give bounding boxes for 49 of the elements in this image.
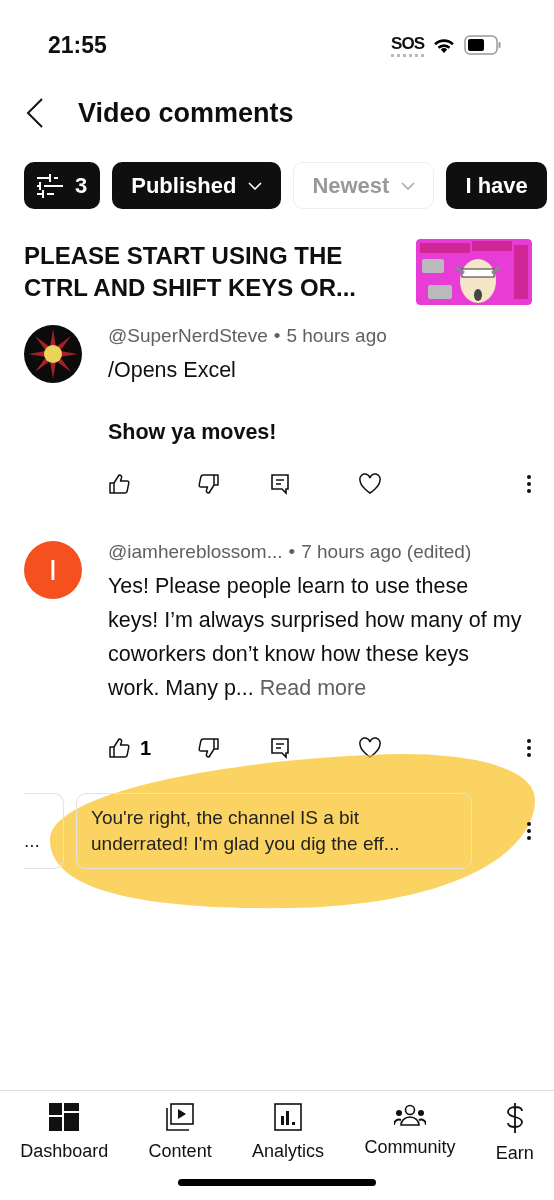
chip[interactable]: Published	[112, 162, 282, 209]
comment-author[interactable]: @SuperNerdSteve	[108, 325, 268, 347]
status-time: 21:55	[48, 31, 107, 59]
like-count: 1	[140, 736, 152, 760]
comment-text: /Opens Excel	[108, 357, 237, 384]
chevron-down-icon	[401, 181, 416, 190]
separator-dot: •	[273, 325, 281, 347]
read-more-link[interactable]: Read more	[259, 676, 367, 700]
dislike-button[interactable]	[198, 473, 220, 495]
dislike-button[interactable]	[198, 737, 220, 759]
comment-time: 5 hours ago	[286, 325, 387, 347]
comment-time: 7 hours ago (edited)	[301, 541, 472, 563]
nav-tab[interactable]: Earn	[495, 1103, 534, 1179]
sun-avatar-icon[interactable]	[24, 325, 82, 383]
wifi-icon	[432, 36, 456, 54]
dashboard-icon	[49, 1103, 80, 1131]
nav-tab[interactable]: Community	[364, 1103, 456, 1179]
back-icon[interactable]	[26, 98, 44, 128]
reply-card[interactable]: You're right, the channel IS a bit underrated! I'm glad you dig the eff...	[76, 793, 472, 869]
nav-tab[interactable]: Analytics	[252, 1103, 325, 1179]
filter-chip[interactable]: 3	[24, 162, 101, 209]
play-stack-icon	[165, 1103, 196, 1131]
chevron-down-icon	[248, 181, 263, 190]
reply-card[interactable]: ...	[24, 793, 64, 869]
comment-text: Show ya moves!	[108, 419, 278, 446]
bar-chart-icon	[273, 1103, 303, 1131]
reply-button[interactable]	[270, 737, 290, 759]
people-icon	[393, 1103, 426, 1127]
more-options-icon[interactable]	[526, 738, 532, 758]
nav-tab[interactable]: Dashboard	[20, 1103, 109, 1179]
sos-indicator: SOS	[391, 33, 424, 57]
dollar-icon	[504, 1103, 525, 1133]
reply-text: ...	[24, 829, 40, 853]
chip[interactable]: I have	[446, 162, 547, 209]
video-title[interactable]: PLEASE START USING THE CTRL AND SHIFT KEYS OR...	[24, 240, 394, 304]
comment-text: Yes! Please people learn to use these keys! I’m always surprised how many of my coworkers don’t know how these keys work. Many p... Read more	[108, 573, 523, 702]
thumbs-up-icon	[108, 473, 130, 495]
nav-tab[interactable]: Content	[148, 1103, 212, 1179]
reply-button[interactable]	[270, 473, 290, 495]
thumbs-up-icon	[108, 737, 130, 759]
comment-author[interactable]: @iamhereblossom...	[108, 541, 283, 563]
page-title: Video comments	[78, 97, 294, 129]
sliders-icon	[37, 173, 63, 198]
more-options-icon[interactable]	[526, 474, 532, 494]
battery-icon	[464, 35, 502, 55]
heart-button[interactable]	[358, 473, 382, 495]
more-options-icon[interactable]	[526, 821, 532, 841]
reply-text: You're right, the channel IS a bit underrated! I'm glad you dig the eff...	[91, 806, 401, 856]
separator-dot: •	[288, 541, 296, 563]
